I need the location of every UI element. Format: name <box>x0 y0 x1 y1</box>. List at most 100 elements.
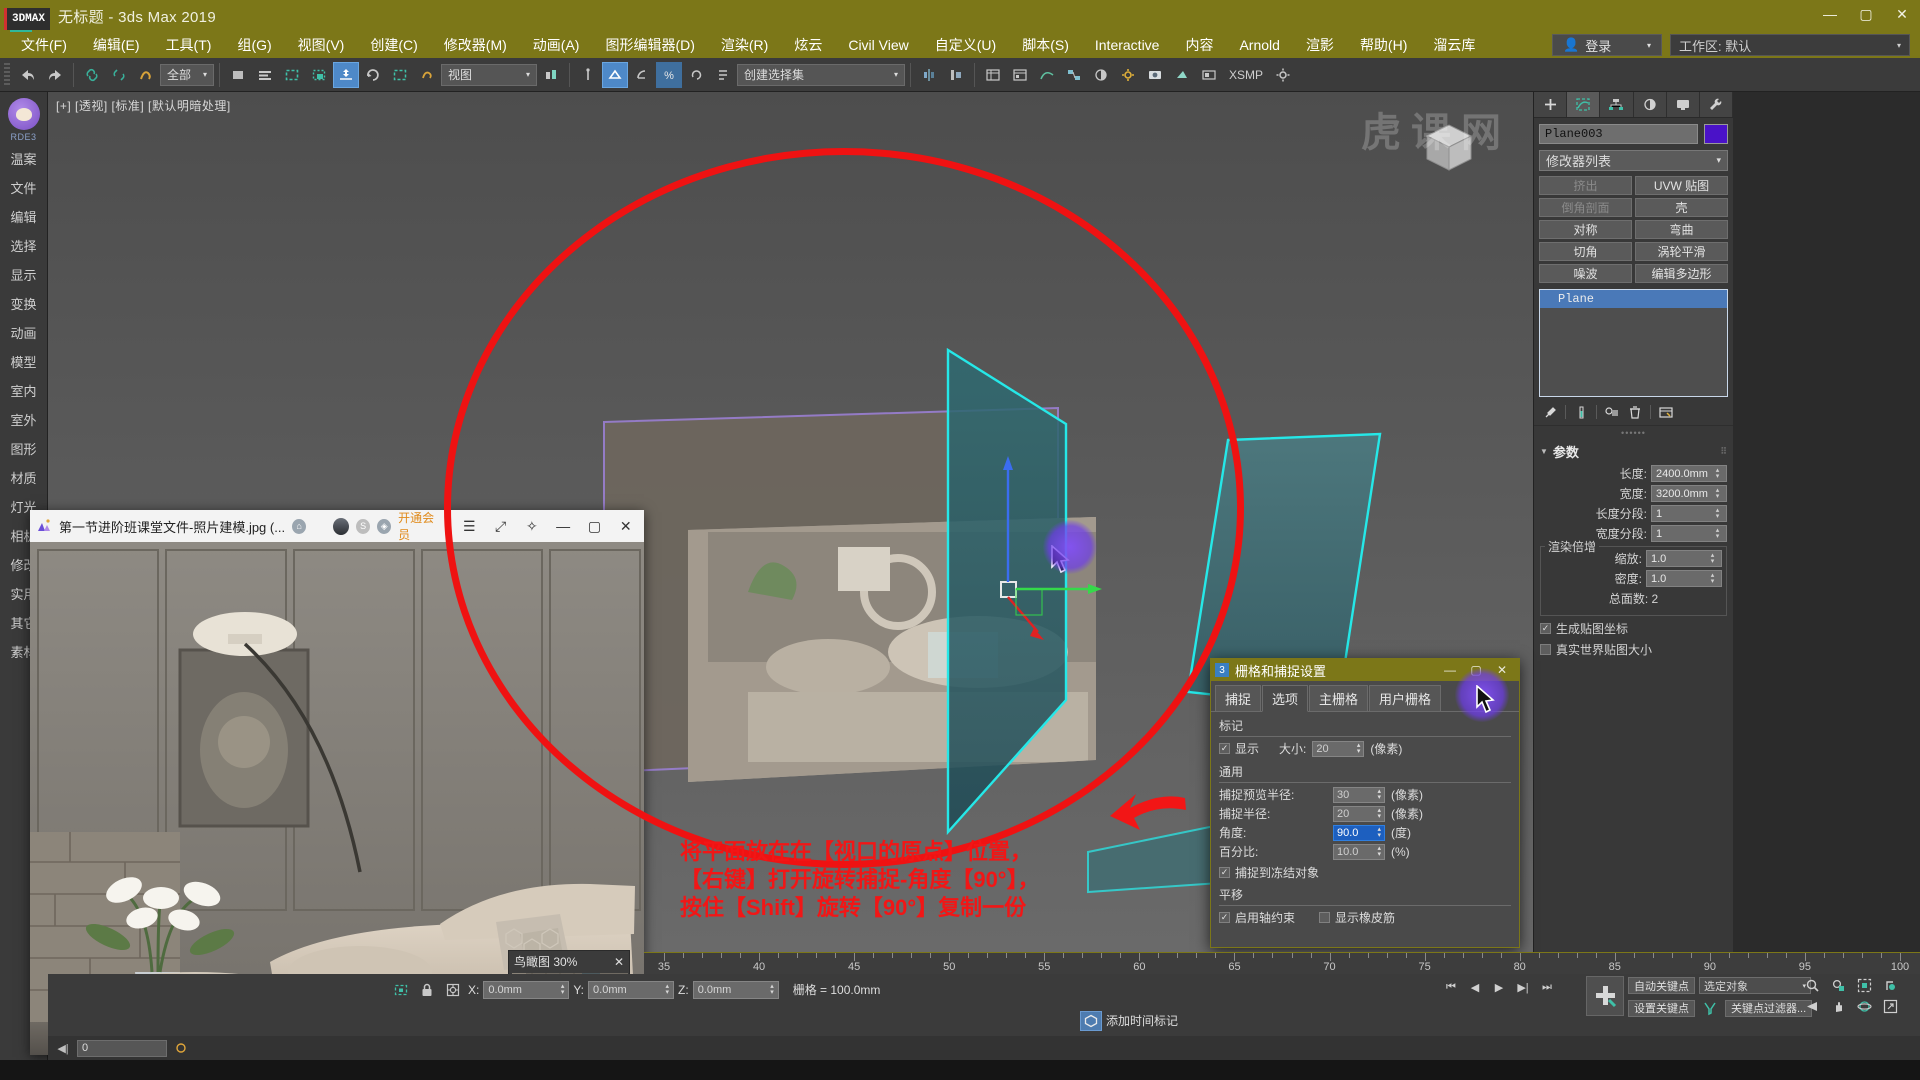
zoom-all-icon[interactable] <box>1826 976 1850 995</box>
orbit-icon[interactable] <box>1852 997 1876 1016</box>
previous-key-icon[interactable]: ◀| <box>54 1039 72 1057</box>
spinner-icon[interactable]: ▴ ▾ <box>1708 552 1717 565</box>
sidebar-item-11[interactable]: 材质 <box>0 463 47 492</box>
menu-item-8[interactable]: 图形编辑器(D) <box>592 32 707 58</box>
select-and-rotate-icon[interactable] <box>360 62 386 88</box>
key-filters-icon[interactable] <box>1699 997 1721 1019</box>
zoom-region-icon[interactable] <box>1878 976 1902 995</box>
reference-coordinate-system-combo[interactable]: 视图 ▾ <box>441 63 537 86</box>
spinner-icon[interactable]: ▴ ▾ <box>1377 826 1381 839</box>
vip-label[interactable]: 开通会员 <box>398 509 443 543</box>
render-in-cloud-icon[interactable] <box>1196 62 1222 88</box>
menu-item-14[interactable]: Interactive <box>1082 34 1173 56</box>
lock-icon[interactable] <box>416 979 438 1001</box>
marker-show-checkbox[interactable]: ✓ 显示 <box>1219 740 1259 757</box>
workspace-selector[interactable]: 工作区: 默认 ▾ <box>1670 34 1910 56</box>
menu-item-15[interactable]: 内容 <box>1172 32 1226 58</box>
menu-item-0[interactable]: 文件(F) <box>8 32 80 58</box>
modifier-button-6[interactable]: 切角 <box>1539 242 1632 261</box>
sidebar-item-4[interactable]: 显示 <box>0 260 47 289</box>
select-and-scale-icon[interactable] <box>387 62 413 88</box>
snap-tab-2[interactable]: 主栅格 <box>1309 685 1369 711</box>
window-crossing-icon[interactable] <box>306 62 332 88</box>
layer-explorer-icon[interactable] <box>980 62 1006 88</box>
marker-size-field[interactable]: 20 ▴ ▾ <box>1312 740 1365 757</box>
add-time-tag-label[interactable]: 添加时间标记 <box>1106 1012 1178 1029</box>
select-and-move-icon[interactable] <box>333 61 359 88</box>
rollout-grip[interactable]: •••••• <box>1534 426 1733 440</box>
param-field-1[interactable]: 3200.0mm ▴ ▾ <box>1651 485 1727 502</box>
snap-tab-0[interactable]: 捕捉 <box>1215 685 1262 711</box>
render-param-field-1[interactable]: 1.0 ▴ ▾ <box>1646 570 1722 587</box>
menu-item-1[interactable]: 编辑(E) <box>80 32 153 58</box>
spinner-icon[interactable]: ▴ ▾ <box>1708 572 1717 585</box>
spinner-icon[interactable]: ▴ ▾ <box>1377 807 1381 820</box>
sidebar-item-10[interactable]: 图形 <box>0 434 47 463</box>
set-key-button[interactable]: 设置关键点 <box>1628 999 1695 1017</box>
selection-filter-combo[interactable]: 全部 ▾ <box>160 63 214 86</box>
rollout-drag-handle[interactable]: ⠿ <box>1720 446 1727 457</box>
spinner-snap-toggle-icon[interactable] <box>683 62 709 88</box>
show-end-result-icon[interactable] <box>1571 403 1591 421</box>
add-time-tag-icon[interactable] <box>1080 1010 1102 1031</box>
named-selection-sets-combo[interactable]: 创建选择集 ▾ <box>737 63 905 86</box>
modify-tab[interactable] <box>1567 92 1601 117</box>
menu-item-2[interactable]: 工具(T) <box>153 32 225 58</box>
snap-tab-1[interactable]: 选项 <box>1262 685 1309 712</box>
modifier-button-5[interactable]: 弯曲 <box>1635 220 1728 239</box>
render-param-field-0[interactable]: 1.0 ▴ ▾ <box>1646 550 1722 567</box>
z-field[interactable]: 0.0mm ▴ ▾ <box>692 980 779 999</box>
zoom-extents-icon[interactable] <box>1852 976 1876 995</box>
maximize-button[interactable]: ▢ <box>1848 0 1884 28</box>
param-checkbox-0[interactable]: ✓ 生成贴图坐标 <box>1540 620 1727 637</box>
menu-item-12[interactable]: 自定义(U) <box>922 32 1009 58</box>
hamburger-icon[interactable]: ☰ <box>457 513 481 539</box>
select-and-place-icon[interactable] <box>414 62 440 88</box>
current-frame-field[interactable]: 0 <box>77 1039 167 1057</box>
key-mode-toggle-icon[interactable] <box>172 1039 190 1057</box>
coin-icon[interactable]: S <box>356 518 371 534</box>
previous-frame-icon[interactable]: ◀ <box>1464 976 1486 998</box>
snaps-toggle-icon[interactable] <box>602 61 628 88</box>
set-keys-button[interactable] <box>1586 976 1624 1016</box>
image-minimize-button[interactable]: — <box>551 513 575 539</box>
scene-explorer-icon[interactable] <box>1007 62 1033 88</box>
login-button[interactable]: 👤 登录 ▾ <box>1552 34 1662 56</box>
sidebar-item-7[interactable]: 模型 <box>0 347 47 376</box>
key-target-selector[interactable]: 选定对象 ▾ <box>1699 977 1811 994</box>
redo-icon[interactable] <box>42 62 68 88</box>
aerial-view-close-button[interactable]: ✕ <box>614 955 624 969</box>
spinner-icon[interactable]: ▴ ▾ <box>1713 507 1722 520</box>
object-color-swatch[interactable] <box>1704 124 1728 144</box>
modifier-button-3[interactable]: 壳 <box>1635 198 1728 217</box>
avatar[interactable] <box>7 98 40 130</box>
y-field[interactable]: 0.0mm ▴ ▾ <box>588 980 675 999</box>
auto-key-button[interactable]: 自动关键点 <box>1628 977 1695 994</box>
motion-tab[interactable] <box>1634 92 1667 117</box>
go-to-start-icon[interactable]: ⏮ <box>1440 976 1462 998</box>
sidebar-item-9[interactable]: 室外 <box>0 405 47 434</box>
settings-gear-icon[interactable] <box>1270 62 1296 88</box>
undo-icon[interactable] <box>15 62 41 88</box>
close-button[interactable]: ✕ <box>1884 0 1920 28</box>
align-icon[interactable] <box>943 62 969 88</box>
sidebar-item-2[interactable]: 编辑 <box>0 202 47 231</box>
pin-stack-icon[interactable] <box>1540 403 1560 421</box>
percent-snap-toggle-icon[interactable]: % <box>656 61 682 88</box>
user-avatar[interactable] <box>333 517 350 535</box>
render-setup-icon[interactable] <box>1115 62 1141 88</box>
render-production-icon[interactable] <box>1169 62 1195 88</box>
modifier-stack-list[interactable]: Plane <box>1539 289 1728 397</box>
view-cube[interactable] <box>1413 110 1485 182</box>
expand-icon[interactable]: ⤢ <box>488 513 512 539</box>
snap-general-field-2[interactable]: 90.0 ▴ ▾ <box>1333 824 1385 841</box>
make-unique-icon[interactable] <box>1602 403 1622 421</box>
shield-icon[interactable]: ◈ <box>377 518 392 534</box>
go-to-end-icon[interactable]: ⏭ <box>1536 976 1558 998</box>
param-field-2[interactable]: 1 ▴ ▾ <box>1651 505 1727 522</box>
mirror-icon[interactable] <box>916 62 942 88</box>
unlink-icon[interactable] <box>106 62 132 88</box>
spinner-icon[interactable]: ▴ ▾ <box>1377 845 1381 858</box>
spinner-icon[interactable]: ▴ ▾ <box>1713 467 1722 480</box>
menu-item-3[interactable]: 组(G) <box>224 32 284 58</box>
